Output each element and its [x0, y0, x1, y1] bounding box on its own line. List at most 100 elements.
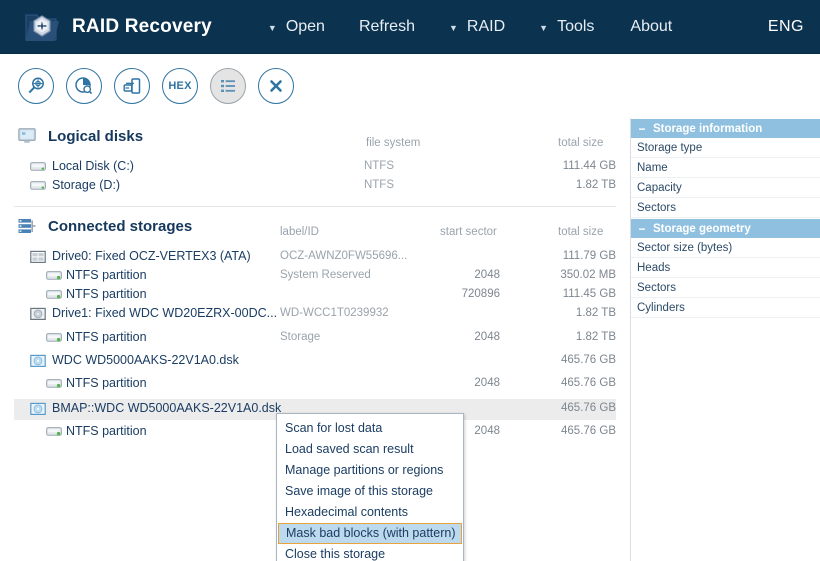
row-name: Storage (D:): [52, 178, 121, 192]
panel-section-header-storage-geometry[interactable]: − Storage geometry: [631, 219, 820, 238]
row-name: BMAP::WDC WD5000AAKS-22V1A0.dsk: [52, 401, 282, 415]
row-name: NTFS partition: [66, 376, 147, 390]
column-header-total-size-storages: total size: [558, 226, 604, 238]
panel-section-title-storage-information: Storage information: [653, 122, 763, 135]
table-row[interactable]: NTFS partition 2048 465.76 GB: [14, 375, 616, 394]
chevron-down-icon: ▼: [267, 22, 277, 33]
disk-scan-icon[interactable]: [66, 68, 102, 104]
row-name: Drive0: Fixed OCZ-VERTEX3 (ATA): [52, 249, 251, 263]
storage-stack-icon: [18, 218, 36, 235]
panel-row-storage-type: Storage type: [631, 138, 820, 158]
menu-item-refresh-label: Refresh: [358, 18, 415, 35]
row-name: Drive1: Fixed WDC WD20EZRX-00DC...: [52, 306, 278, 320]
panel-row-capacity: Capacity: [631, 178, 820, 198]
context-menu-item-hexadecimal-contents[interactable]: Hexadecimal contents: [277, 502, 463, 523]
panel-section-title-storage-geometry: Storage geometry: [653, 222, 751, 235]
row-name: NTFS partition: [66, 330, 147, 344]
row-file-system: NTFS: [363, 160, 394, 172]
row-total-size: 465.76 GB: [561, 354, 616, 366]
panel-section-header-storage-information[interactable]: − Storage information: [631, 119, 820, 138]
row-name: NTFS partition: [66, 268, 147, 282]
panel-row-sector-size: Sector size (bytes): [631, 238, 820, 258]
table-row[interactable]: NTFS partition 720896 111.45 GB: [14, 286, 616, 305]
menu-item-tools-label: Tools: [557, 18, 595, 35]
row-name: WDC WD5000AAKS-22V1A0.dsk: [52, 353, 239, 367]
chevron-down-icon: ▼: [539, 22, 549, 33]
table-row[interactable]: NTFS partition Storage 2048 1.82 TB: [14, 329, 616, 348]
row-label-id: System Reserved: [280, 269, 371, 281]
row-total-size: 1.82 TB: [575, 179, 616, 191]
panel-row-heads: Heads: [631, 258, 820, 278]
menu-item-open[interactable]: ▼ Open: [258, 14, 335, 40]
app-title: RAID Recovery: [72, 16, 212, 37]
context-menu-item-close-this-storage[interactable]: Close this storage: [277, 544, 463, 561]
section-header-logical-disks: Logical disks: [18, 124, 143, 148]
row-total-size: 350.02 MB: [560, 269, 616, 281]
menu-item-about-label: About: [630, 18, 673, 35]
table-row[interactable]: Local Disk (C:) NTFS 111.44 GB: [14, 158, 616, 177]
row-total-size: 1.82 TB: [575, 307, 616, 319]
hexadecimal-contents-icon[interactable]: HEX: [162, 68, 198, 104]
row-total-size: 111.45 GB: [562, 288, 616, 300]
menu-item-raid[interactable]: ▼ RAID: [439, 14, 515, 40]
row-file-system: NTFS: [363, 179, 394, 191]
divider: [14, 206, 616, 207]
table-row[interactable]: WDC WD5000AAKS-22V1A0.dsk 465.76 GB: [14, 352, 616, 371]
partition-icon: [46, 377, 62, 391]
menu-item-tools[interactable]: ▼ Tools: [529, 14, 604, 40]
panel-row-cylinders: Cylinders: [631, 298, 820, 318]
context-menu-item-scan-for-lost-data[interactable]: Scan for lost data: [277, 418, 463, 439]
language-selector[interactable]: ENG: [768, 0, 804, 54]
hdd-icon: [30, 307, 46, 321]
drive-icon: [30, 179, 46, 193]
table-row[interactable]: Drive1: Fixed WDC WD20EZRX-00DC... WD-WC…: [14, 305, 616, 324]
toolbar: HEX: [0, 54, 820, 118]
row-total-size: 111.79 GB: [562, 250, 616, 262]
menu-item-refresh[interactable]: Refresh: [349, 14, 425, 40]
context-menu-item-manage-partitions-or-regions[interactable]: Manage partitions or regions: [277, 460, 463, 481]
column-header-label-id: label/ID: [280, 226, 319, 238]
collapse-minus-icon[interactable]: −: [631, 122, 653, 136]
raid-recovery-window: RAID Recovery ▼ Open Refresh ▼ RAID ▼ To…: [0, 0, 820, 561]
table-row[interactable]: Drive0: Fixed OCZ-VERTEX3 (ATA) OCZ-AWNZ…: [14, 248, 616, 267]
chevron-down-icon: ▼: [448, 22, 458, 33]
partition-icon: [46, 425, 62, 439]
main-menubar: ▼ Open Refresh ▼ RAID ▼ Tools About: [258, 14, 682, 40]
row-total-size: 111.44 GB: [562, 160, 616, 172]
row-total-size: 465.76 GB: [561, 377, 616, 389]
save-image-icon[interactable]: [114, 68, 150, 104]
context-menu-item-load-saved-scan-result[interactable]: Load saved scan result: [277, 439, 463, 460]
menu-item-raid-label: RAID: [466, 18, 506, 35]
row-label-id: OCZ-AWNZ0FW55696...: [280, 250, 408, 262]
section-title-connected-storages: Connected storages: [48, 217, 193, 235]
menu-item-about[interactable]: About: [620, 14, 682, 40]
image-disk-icon: [30, 354, 46, 368]
panel-row-name: Name: [631, 158, 820, 178]
panel-row-sectors-geometry: Sectors: [631, 278, 820, 298]
table-row[interactable]: Storage (D:) NTFS 1.82 TB: [14, 177, 616, 196]
context-menu: Scan for lost data Load saved scan resul…: [276, 413, 464, 561]
raid-folder-logo-icon: [22, 5, 62, 49]
table-row[interactable]: NTFS partition System Reserved 2048 350.…: [14, 267, 616, 286]
close-storage-icon[interactable]: [258, 68, 294, 104]
list-view-icon[interactable]: [210, 68, 246, 104]
row-name: NTFS partition: [66, 287, 147, 301]
panel-row-sectors: Sectors: [631, 198, 820, 218]
monitor-icon: [18, 128, 36, 144]
section-header-connected-storages: Connected storages: [18, 214, 192, 238]
column-header-start-sector: start sector: [440, 226, 497, 238]
context-menu-item-mask-bad-blocks[interactable]: Mask bad blocks (with pattern): [278, 523, 462, 544]
partition-icon: [46, 331, 62, 345]
menu-item-open-label: Open: [285, 18, 325, 35]
section-title-logical-disks: Logical disks: [48, 127, 144, 145]
collapse-minus-icon[interactable]: −: [631, 222, 653, 236]
row-total-size: 465.76 GB: [561, 402, 616, 414]
drive-icon: [30, 160, 46, 174]
context-menu-item-save-image-of-this-storage[interactable]: Save image of this storage: [277, 481, 463, 502]
row-label-id: Storage: [280, 331, 321, 343]
row-label-id: WD-WCC1T0239932: [280, 307, 389, 319]
storage-details-panel: − Storage information Storage type Name …: [630, 118, 820, 561]
title-bar: RAID Recovery ▼ Open Refresh ▼ RAID ▼ To…: [0, 0, 820, 54]
column-header-file-system: file system: [366, 137, 421, 149]
scan-for-lost-data-icon[interactable]: [18, 68, 54, 104]
